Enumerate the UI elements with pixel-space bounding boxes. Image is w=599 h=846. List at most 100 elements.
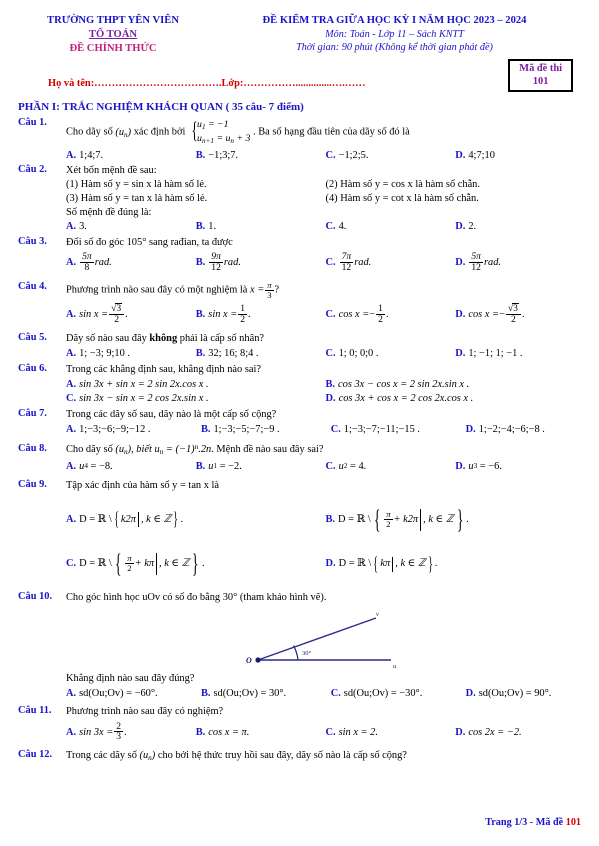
option-c[interactable]: C. u 2 = 4.	[326, 460, 456, 474]
option-b[interactable]: B. 1.	[196, 220, 326, 234]
question-6-options-row2: C. sin 3x − sin x = 2 cos 2x.sin x . D. co…	[66, 392, 585, 406]
question-5-stem: Dãy số nào sau đây không phải là cấp số …	[66, 332, 585, 346]
question-3: Câu 3. Đổi số đo góc 105° sang rađian, t…	[18, 234, 585, 273]
exam-code-title: Mã đề thi	[519, 63, 562, 75]
option-d[interactable]: D. sd(Ou;Ov) = 90°.	[466, 687, 585, 701]
question-1-label: Câu 1.	[18, 117, 47, 129]
option-c[interactable]: C. 4.	[326, 220, 456, 234]
q12-seq: (un)	[139, 749, 156, 762]
q5-stem-post: phải là cấp số nhân?	[179, 333, 264, 345]
question-1-options: A. 1;4;7. B. −1;3;7. C. −1;2;5. D. 4;7;10	[66, 149, 585, 163]
question-6-stem: Trong các khẳng định sau, khẳng định nào…	[66, 363, 261, 375]
option-b[interactable]: B. 1;−3;−5;−7;−9 .	[201, 423, 331, 437]
option-d[interactable]: D. 4;7;10	[455, 149, 585, 163]
option-d[interactable]: D. 1; −1; 1; −1 .	[455, 347, 585, 361]
angle-diagram: O u v 30°	[246, 611, 397, 670]
option-c[interactable]: C. 7π 12 rad.	[326, 252, 456, 274]
question-1-stem: Cho dãy số (un) xác định bởi { u1 = −1 u…	[66, 117, 585, 147]
q8-formula: biết un = (−1)n.2n.	[136, 442, 214, 456]
option-a[interactable]: A. sd(Ou;Ov) = −60°.	[66, 687, 201, 701]
option-b[interactable]: B. cos 3x − cos x = 2 sin 2x.sin x .	[326, 378, 586, 392]
option-d[interactable]: D. cos 2x = −2.	[455, 722, 585, 743]
option-b[interactable]: B. cos x = π.	[196, 722, 326, 743]
option-b[interactable]: B. u 1 = −2.	[196, 460, 326, 474]
option-a[interactable]: A. 3.	[66, 220, 196, 234]
exam-subject: Môn: Toán - Lớp 11 – Sách KNTT	[325, 28, 464, 40]
option-a[interactable]: A. sin 3x = 2 3.	[66, 721, 196, 743]
question-5-label: Câu 5.	[18, 332, 47, 344]
question-8-stem: Cho dãy số (un), biết un = (−1)n.2n. Mện…	[66, 443, 585, 458]
question-4-stem: Phương trình nào sau đây có một nghiệm l…	[66, 279, 280, 300]
option-a[interactable]: A. u 4 = −8.	[66, 460, 196, 474]
option-d[interactable]: D. D = ℝ \ {kπ, k ∈ ℤ}.	[326, 547, 586, 581]
question-9-label: Câu 9.	[18, 478, 47, 490]
question-7-label: Câu 7.	[18, 408, 47, 420]
q1-system: { u1 = −1 un+1 = un + 3	[191, 118, 251, 146]
question-3-options: A. 5π 8 rad. B. 9π 12 rad. C. 7π 12 rad. D. 5π 12 ra…	[66, 252, 585, 274]
question-5-options: A. 1; −3; 9;10 . B. 32; 16; 8;4 . C. 1; 0; …	[66, 347, 585, 361]
part-heading: PHẦN I: TRẮC NGHIỆM KHÁCH QUAN ( 35 câu-…	[18, 101, 304, 114]
school-block: TRƯỜNG THPT YÊN VIÊN TỔ TOÁN ĐỀ CHÍNH TH…	[18, 14, 208, 55]
question-3-stem: Đổi số đo góc 105° sang rađian, ta được	[66, 237, 233, 249]
q8-stem-pre: Cho dãy số	[66, 443, 113, 455]
option-c[interactable]: C. cos x = −1 2.	[326, 304, 456, 326]
question-2: Câu 2. Xét bốn mệnh đề sau: (1) Hàm số y…	[18, 162, 585, 234]
exam-title: ĐỀ KIỂM TRA GIỮA HỌC KỲ I NĂM HỌC 2023 –…	[262, 15, 527, 26]
question-2-options: A. 3. B. 1. C. 4. D. 2.	[66, 220, 585, 234]
student-info-row: Họ và tên:……………………………….Lớp:……………........…	[18, 59, 581, 95]
option-d[interactable]: D. cos x = − √3 2.	[455, 303, 585, 326]
option-a[interactable]: A. 1; −3; 9;10 .	[66, 347, 196, 361]
option-b[interactable]: B. −1;3;7.	[196, 149, 326, 163]
option-d[interactable]: D. 5π 12 rad.	[455, 252, 585, 274]
q2-statement-1: (1) Hàm số y = sin x là hàm số lẻ.	[66, 179, 207, 191]
question-9: Câu 9. Tập xác định của hàm số y = tan x…	[18, 477, 585, 581]
q12-stem-pre: Trong các dãy số	[66, 749, 137, 761]
question-9-options-row1: A. D = ℝ \ {k2π, k ∈ ℤ}. B. D = ℝ \ {π 2 +…	[66, 503, 585, 537]
option-c[interactable]: C. 1;−3;−7;−11;−15 .	[331, 423, 466, 437]
option-b[interactable]: B. sin x = 1 2.	[196, 304, 326, 326]
footer-text: Trang 1/3 - Mã đề	[485, 817, 566, 828]
option-c[interactable]: C. 1; 0; 0;0 .	[326, 347, 456, 361]
option-c[interactable]: C. −1;2;5.	[326, 149, 456, 163]
option-d[interactable]: D. u 3 = −6.	[455, 460, 585, 474]
option-c[interactable]: C. D = ℝ \ {π 2 + kπ, k ∈ ℤ}.	[66, 547, 326, 581]
angle-value-label: 30°	[302, 650, 312, 657]
question-7: Câu 7. Trong các dãy số sau, dãy nào là …	[18, 406, 585, 436]
question-2-label: Câu 2.	[18, 164, 47, 176]
option-a[interactable]: A. 1;4;7.	[66, 149, 196, 163]
q2-statement-4: (4) Hàm số y = cot x là hàm số chẵn.	[325, 192, 479, 204]
q2-statements-row2: (3) Hàm số y = tan x là hàm số lẻ. (4) H…	[66, 192, 585, 206]
vertex-label: O	[246, 656, 252, 665]
option-b[interactable]: B. 9π 12 rad.	[196, 252, 326, 274]
q9c-set: {π 2 + kπ, k ∈ ℤ}	[114, 548, 199, 578]
question-3-label: Câu 3.	[18, 236, 47, 248]
option-a[interactable]: A. D = ℝ \ {k2π, k ∈ ℤ}.	[66, 503, 326, 537]
option-d[interactable]: D. cos 3x + cos x = 2 cos 2x.cos x .	[326, 392, 586, 406]
option-a[interactable]: A. 5π 8 rad.	[66, 252, 196, 274]
option-b[interactable]: B. 32; 16; 8;4 .	[196, 347, 326, 361]
option-a[interactable]: A. 1;−3;−6;−9;−12 .	[66, 423, 201, 437]
q1-stem-mid: xác định bởi	[133, 126, 186, 138]
exam-code-value: 101	[532, 76, 549, 88]
option-d[interactable]: D. 1;−2;−4;−6;−8 .	[466, 423, 585, 437]
option-a[interactable]: A. sin x = √3 2.	[66, 303, 196, 326]
q8-stem-post: Mệnh đề nào sau đây sai?	[216, 443, 324, 455]
q10-stem2: Khẳng định nào sau đây đúng?	[66, 672, 195, 684]
question-9-options-row2: C. D = ℝ \ {π 2 + kπ, k ∈ ℤ}. D. D = ℝ \ {…	[66, 547, 585, 581]
option-a[interactable]: A. sin 3x + sin x = 2 sin 2x.cos x .	[66, 378, 326, 392]
option-d[interactable]: D. 2.	[455, 220, 585, 234]
department-name: TỔ TOÁN	[88, 28, 138, 40]
option-c[interactable]: C. sin 3x − sin x = 2 cos 2x.sin x .	[66, 392, 326, 406]
question-10: Câu 10. Cho góc hình học uOv có số đo bằ…	[18, 589, 585, 700]
option-b[interactable]: B. D = ℝ \ {π 2 + k2π, k ∈ ℤ}.	[326, 503, 586, 537]
footer-exam-code: 101	[565, 817, 581, 828]
name-label: Họ và tên:……………………………….	[48, 78, 222, 90]
question-2-stem: Xét bốn mệnh đề sau:	[66, 165, 157, 177]
q1-stem-pre: Cho dãy số	[66, 126, 113, 138]
q4-stem-post: ?	[274, 285, 280, 297]
option-c[interactable]: C. sin x = 2.	[326, 722, 456, 743]
option-b[interactable]: B. sd(Ou;Ov) = 30°.	[201, 687, 331, 701]
option-c[interactable]: C. sd(Ou;Ov) = −30°.	[331, 687, 466, 701]
q9b-set: {π 2 + k2π, k ∈ ℤ}	[373, 504, 464, 534]
q4-stem-x: x =	[250, 285, 265, 297]
